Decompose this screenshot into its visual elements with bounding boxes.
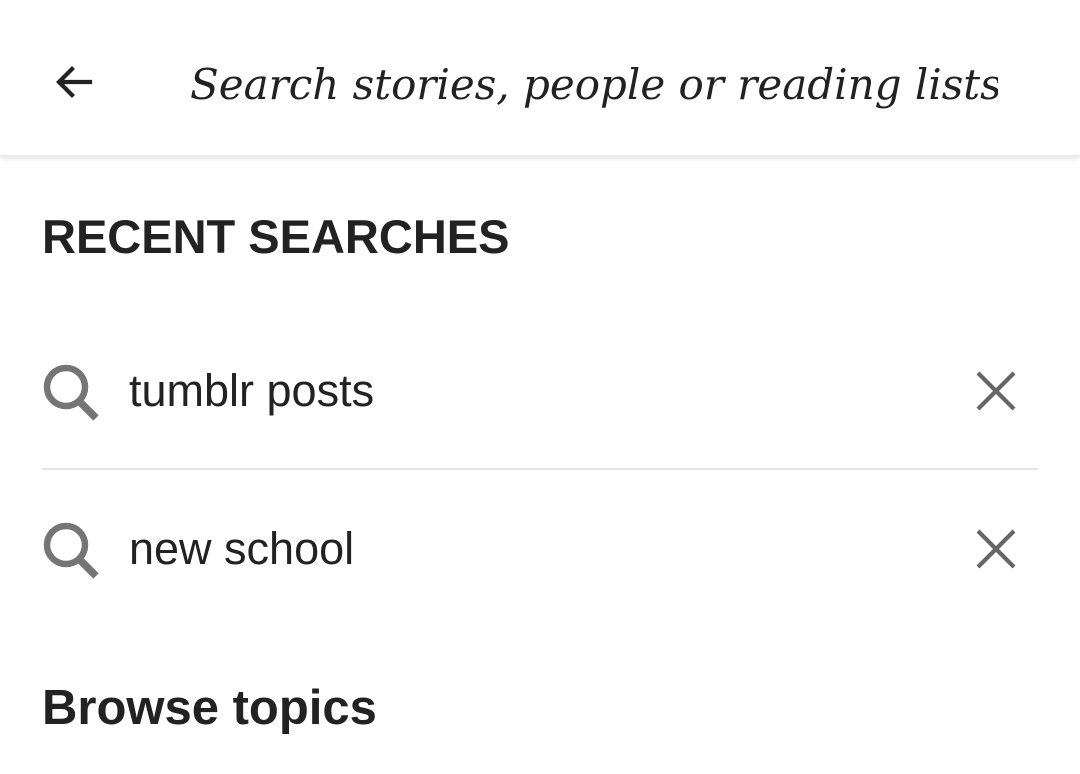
search-screen: RECENT SEARCHES tumblr posts new school bbox=[0, 0, 1080, 774]
search-icon bbox=[43, 364, 99, 421]
close-icon bbox=[976, 371, 1016, 411]
search-icon bbox=[43, 522, 99, 579]
recent-search-label: tumblr posts bbox=[129, 365, 375, 416]
recent-search-item[interactable]: new school bbox=[0, 470, 1080, 628]
recent-search-item[interactable]: tumblr posts bbox=[0, 312, 1080, 470]
recent-search-label: new school bbox=[129, 523, 355, 574]
back-button[interactable] bbox=[42, 50, 106, 114]
browse-topics-heading: Browse topics bbox=[42, 681, 377, 735]
recent-searches-heading: RECENT SEARCHES bbox=[42, 210, 510, 263]
recent-searches-list: tumblr posts new school bbox=[0, 312, 1080, 628]
search-input[interactable] bbox=[190, 52, 998, 116]
close-icon bbox=[976, 529, 1016, 569]
remove-search-button[interactable] bbox=[964, 359, 1028, 423]
remove-search-button[interactable] bbox=[964, 517, 1028, 581]
search-header bbox=[0, 0, 1080, 156]
arrow-left-icon bbox=[56, 66, 93, 98]
